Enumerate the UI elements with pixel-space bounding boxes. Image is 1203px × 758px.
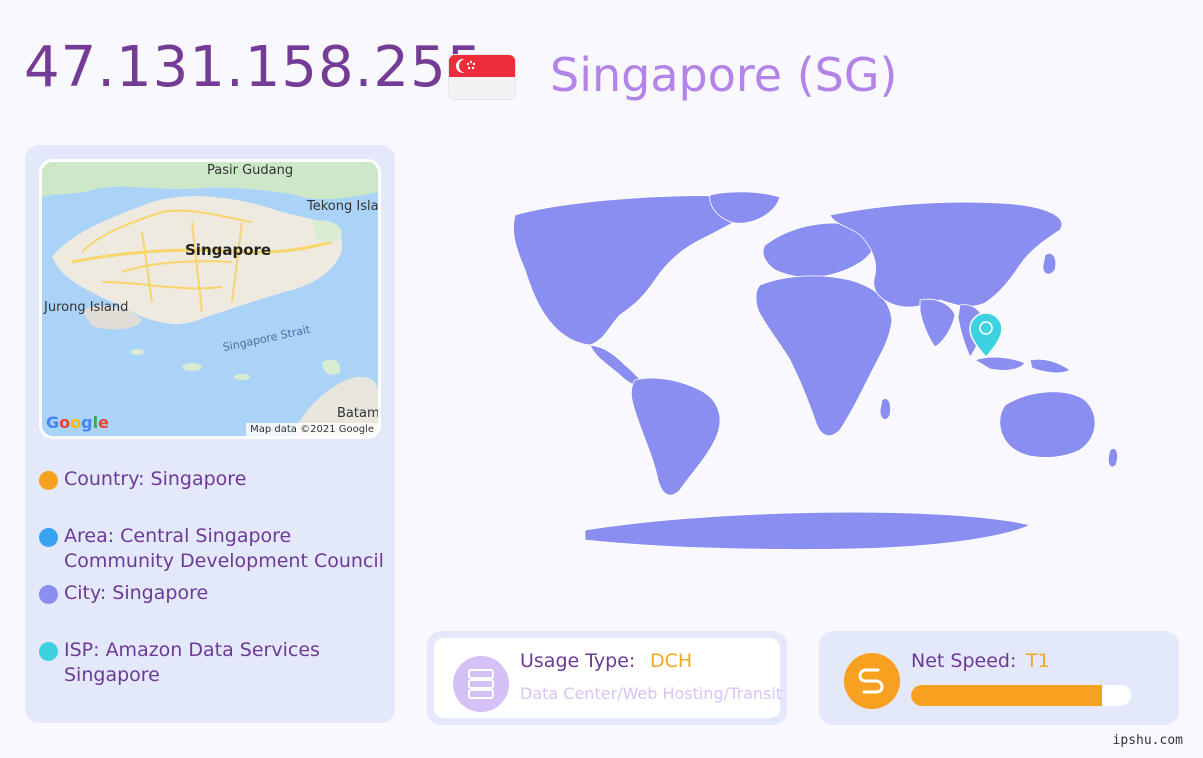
map-label-jurong: Jurong Island: [44, 300, 129, 315]
map-label-pasir-gudang: Pasir Gudang: [207, 163, 294, 178]
net-speed-bar-fill: [911, 685, 1103, 706]
site-watermark: ipshu.com: [1112, 733, 1183, 748]
net-speed-value: T1: [1026, 650, 1050, 672]
location-map[interactable]: Pasir Gudang Tekong Islar Singapore Juro…: [39, 159, 381, 439]
server-icon: [453, 656, 509, 712]
country-dot-icon: [39, 471, 58, 490]
country-title: Singapore (SG): [550, 48, 898, 102]
info-city-text: City: Singapore: [64, 582, 209, 604]
isp-dot-icon: [39, 642, 58, 661]
usage-type-label: Usage Type:: [520, 650, 636, 672]
google-logo: Google: [46, 413, 109, 432]
info-area-text: Area: Central Singapore Community Develop…: [64, 525, 384, 572]
info-area: Area: Central Singapore Community Develop…: [39, 524, 385, 574]
info-country: Country: Singapore: [39, 467, 385, 492]
usage-type-value: DCH: [650, 650, 693, 672]
city-dot-icon: [39, 585, 58, 604]
usage-type-card: [427, 631, 787, 725]
map-label-tekong: Tekong Islar: [307, 199, 381, 214]
singapore-flag-icon: [449, 55, 515, 99]
info-isp-text: ISP: Amazon Data Services Singapore: [64, 639, 320, 686]
map-label-singapore: Singapore: [185, 241, 272, 259]
location-card: Pasir Gudang Tekong Islar Singapore Juro…: [25, 145, 395, 723]
world-map: [513, 191, 1118, 550]
location-pin-icon: [969, 312, 1003, 359]
speed-icon: [844, 653, 900, 709]
net-speed-bar: [911, 685, 1131, 706]
area-dot-icon: [39, 528, 58, 547]
info-city: City: Singapore: [39, 581, 385, 606]
ip-address: 47.131.158.255: [24, 35, 484, 100]
net-speed-label: Net Speed:: [911, 650, 1017, 672]
map-attribution: Map data ©2021 Google: [246, 423, 378, 436]
info-isp: ISP: Amazon Data Services Singapore: [39, 638, 385, 688]
map-label-batam: Batam: [337, 406, 380, 421]
usage-type-description: Data Center/Web Hosting/Transit: [520, 684, 783, 703]
info-country-text: Country: Singapore: [64, 468, 247, 490]
